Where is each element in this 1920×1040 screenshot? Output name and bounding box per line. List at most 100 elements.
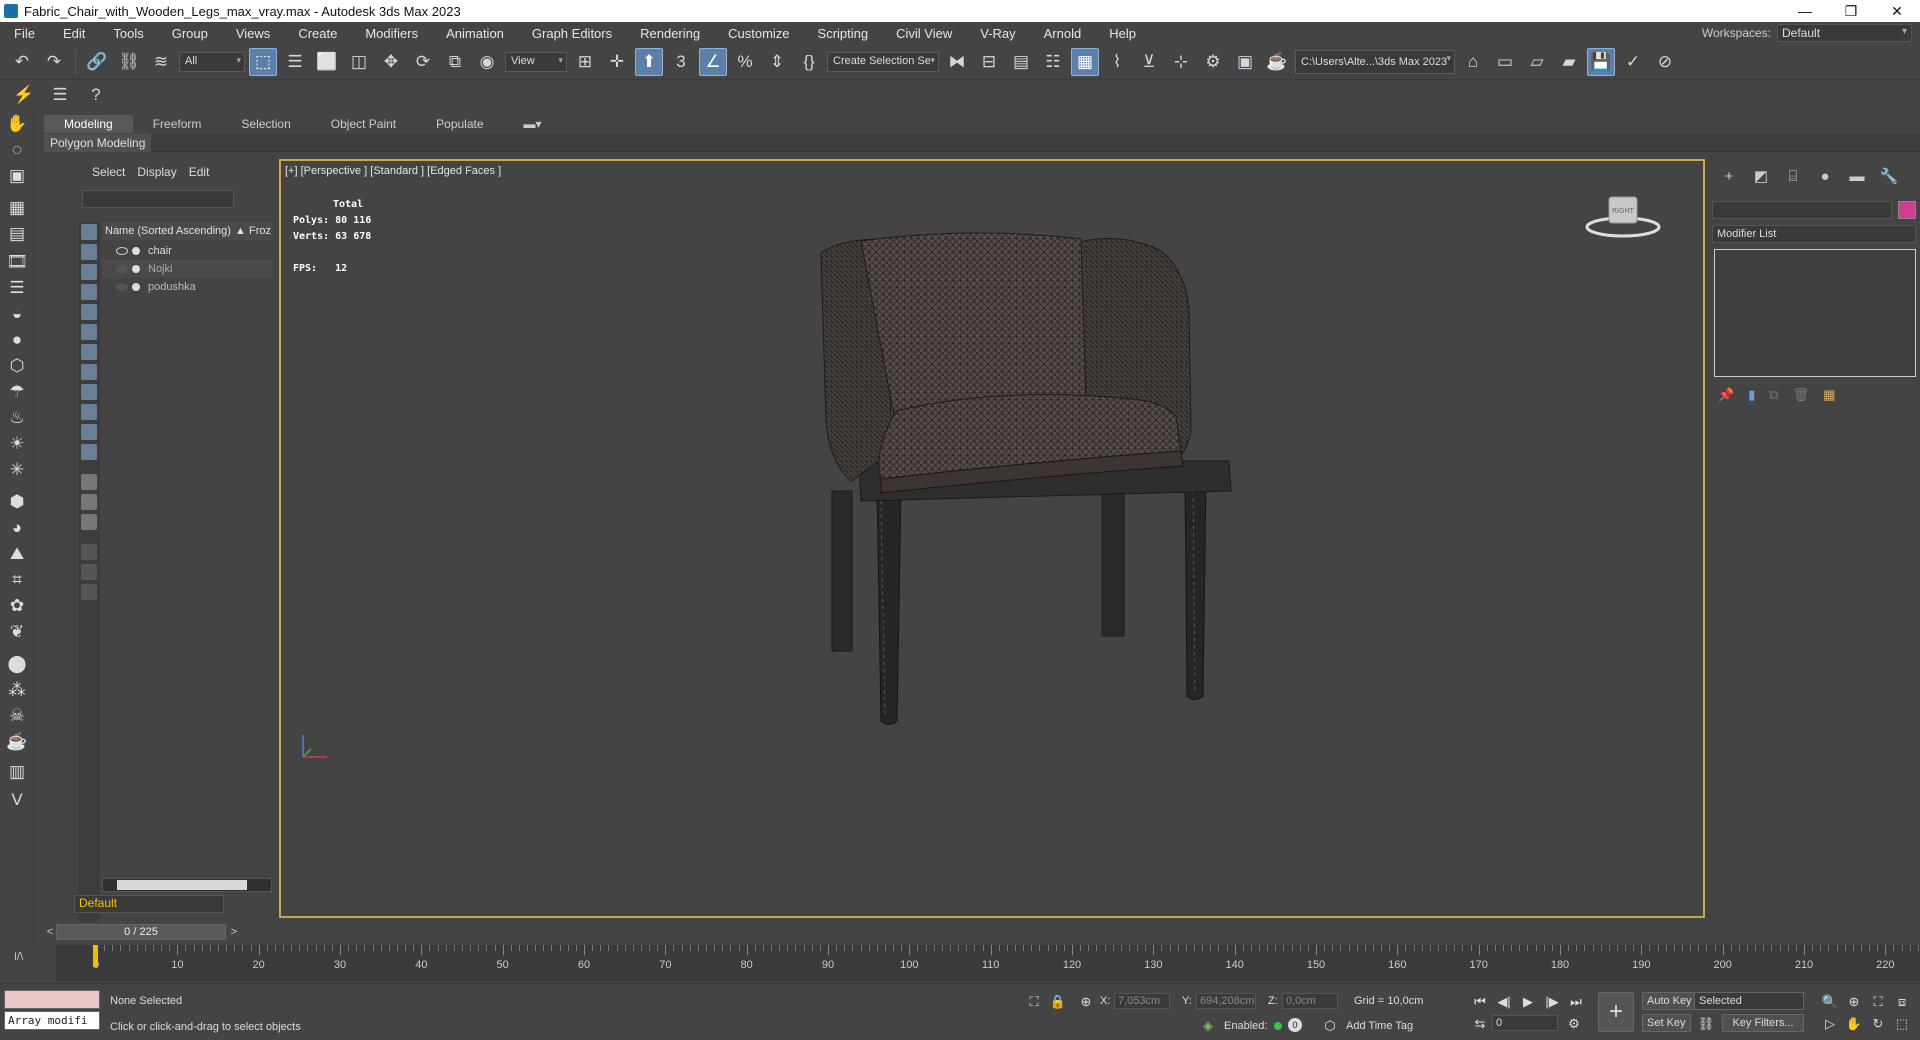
grass-icon[interactable]: ✿ [5, 594, 29, 618]
project-icon[interactable]: ⌂ [1459, 48, 1487, 76]
scrollbar-thumb[interactable] [117, 880, 247, 890]
menu-create[interactable]: Create [284, 26, 351, 41]
scale-icon[interactable]: ⧉ [441, 48, 469, 76]
list-icon[interactable]: ☰ [46, 81, 74, 109]
restore-button[interactable]: ❐ [1828, 0, 1874, 22]
material-editor-icon[interactable]: ⚙ [1199, 48, 1227, 76]
lamp-icon[interactable]: ☂ [5, 380, 29, 404]
camera-icon[interactable]: ▤ [5, 222, 29, 246]
time-next-arrow-icon[interactable]: > [228, 924, 240, 940]
key-mode-icon[interactable]: ⇆ [1468, 1014, 1492, 1034]
pivot-center-icon[interactable]: ⊞ [571, 48, 599, 76]
schematic-view-icon[interactable]: ⊹ [1167, 48, 1195, 76]
sparkle-icon[interactable]: ✳ [5, 458, 29, 482]
make-unique-icon[interactable]: ⧉ [1769, 387, 1778, 403]
display-cameras-icon[interactable] [81, 284, 97, 300]
tab-selection[interactable]: Selection [221, 115, 310, 133]
menu-customize[interactable]: Customize [714, 26, 803, 41]
visibility-icon[interactable] [116, 247, 128, 255]
tab-modeling[interactable]: Modeling [44, 115, 133, 133]
sphere-icon[interactable]: ● [5, 328, 29, 352]
terrain-icon[interactable]: ⛰ [5, 542, 29, 566]
render-setup-icon[interactable]: ▣ [1231, 48, 1259, 76]
chair-model[interactable] [281, 161, 1703, 916]
display-invert-icon[interactable] [81, 514, 97, 530]
zoom-all-icon[interactable]: ⊕ [1842, 992, 1866, 1012]
explorer-row[interactable]: chair [102, 242, 273, 260]
undo-icon[interactable]: ↶ [8, 48, 36, 76]
zoom-extents-icon[interactable]: ⛶ [1866, 992, 1890, 1012]
explorer-row[interactable]: Nojki [102, 260, 273, 278]
show-end-result-icon[interactable]: ▮ [1748, 387, 1755, 403]
project-path-dropdown[interactable]: C:\Users\Alte...\3ds Max 2023 [1295, 49, 1455, 74]
viewcube[interactable]: RIGHT [1583, 191, 1663, 241]
key-filters-button[interactable]: Key Filters... [1722, 1014, 1804, 1032]
orbit-icon[interactable]: ↻ [1866, 1014, 1890, 1034]
motion-tab-icon[interactable]: ● [1814, 165, 1836, 187]
selection-set-dropdown[interactable]: Create Selection Se [827, 51, 939, 72]
play-icon[interactable]: ▶ [1516, 992, 1540, 1012]
orbit-icon[interactable]: ◌ [5, 138, 29, 162]
edit-named-selection-icon[interactable]: {} [795, 48, 823, 76]
adaptive-degradation-icon[interactable]: ◈ [1196, 1016, 1220, 1036]
go-to-end-icon[interactable]: ⏭ [1564, 992, 1588, 1012]
select-object-icon[interactable]: ⬚ [249, 47, 277, 76]
display-all-icon[interactable] [81, 474, 97, 490]
select-manipulate-icon[interactable]: ✛ [603, 48, 631, 76]
filter-funnel-icon[interactable] [81, 544, 97, 560]
explorer-horizontal-scrollbar[interactable] [102, 878, 272, 892]
menu-tools[interactable]: Tools [99, 26, 157, 41]
cap-icon[interactable]: ◒ [5, 302, 29, 326]
workspaces-dropdown[interactable]: Default [1777, 24, 1912, 42]
explorer-tab-select[interactable]: Select [92, 165, 137, 179]
menu-modifiers[interactable]: Modifiers [351, 26, 432, 41]
pan-icon[interactable]: ✋ [1842, 1014, 1866, 1034]
isolate-icon[interactable]: ⛶ [1022, 992, 1046, 1012]
display-lights-icon[interactable] [81, 264, 97, 280]
explorer-tab-edit[interactable]: Edit [189, 165, 222, 179]
material-ball-icon[interactable]: ⬤ [5, 652, 29, 676]
teapot-icon[interactable]: ☕ [5, 730, 29, 754]
keyboard-shortcut-toggle-icon[interactable]: ⬆ [635, 47, 663, 76]
planet-icon[interactable]: ◕ [5, 516, 29, 540]
window-crossing-icon[interactable]: ◫ [345, 48, 373, 76]
display-none-icon[interactable] [81, 494, 97, 510]
previous-frame-icon[interactable]: ◀| [1492, 992, 1516, 1012]
skull-icon[interactable]: ☠ [5, 704, 29, 728]
field-of-view-icon[interactable]: ▷ [1818, 1014, 1842, 1034]
sun-icon[interactable]: ☀ [5, 432, 29, 456]
rectangular-selection-icon[interactable]: ⬜ [313, 48, 341, 76]
create-tab-icon[interactable]: + [1718, 165, 1740, 187]
display-xrefs-icon[interactable] [81, 364, 97, 380]
modifier-list-dropdown[interactable]: Modifier List [1712, 225, 1916, 243]
leaf-icon[interactable]: ❦ [5, 620, 29, 644]
menu-vray[interactable]: V-Ray [966, 26, 1029, 41]
display-spacewarps-icon[interactable] [81, 324, 97, 340]
maxscript-mini-listener[interactable]: Array modifi [4, 1011, 100, 1030]
hand-icon[interactable]: ✋ [5, 112, 29, 136]
minimize-button[interactable]: — [1782, 0, 1828, 22]
display-tab-icon[interactable]: ▬ [1846, 165, 1868, 187]
next-frame-icon[interactable]: |▶ [1540, 992, 1564, 1012]
scene-explorer-icon[interactable]: ▦ [1071, 47, 1099, 76]
set-key-button[interactable]: Set Key [1642, 1014, 1691, 1032]
x-coordinate-field[interactable]: 7,053cm [1114, 993, 1170, 1009]
menu-views[interactable]: Views [222, 26, 284, 41]
display-helpers-icon[interactable] [81, 304, 97, 320]
menu-rendering[interactable]: Rendering [626, 26, 714, 41]
maxscript-listener-icon[interactable]: ⚡ [10, 81, 38, 109]
select-by-name-icon[interactable]: ☰ [281, 48, 309, 76]
tab-populate[interactable]: Populate [416, 115, 503, 133]
perspective-viewport[interactable]: [+] [Perspective ] [Standard ] [Edged Fa… [279, 159, 1705, 918]
angle-snap-icon[interactable]: ∠ [699, 47, 727, 76]
maxscript-output[interactable] [4, 990, 100, 1009]
stack-icon[interactable]: ☰ [5, 276, 29, 300]
vray-tools-icon[interactable]: ▰ [1555, 48, 1583, 76]
ribbon-toggle-icon[interactable]: ☷ [1039, 48, 1067, 76]
menu-arnold[interactable]: Arnold [1030, 26, 1096, 41]
absolute-mode-icon[interactable]: ⊕ [1074, 992, 1098, 1012]
visibility-icon[interactable] [116, 265, 128, 273]
current-frame-field[interactable]: 0 [1492, 1015, 1558, 1031]
modifier-stack[interactable] [1714, 249, 1916, 377]
find-icon[interactable] [81, 584, 97, 600]
